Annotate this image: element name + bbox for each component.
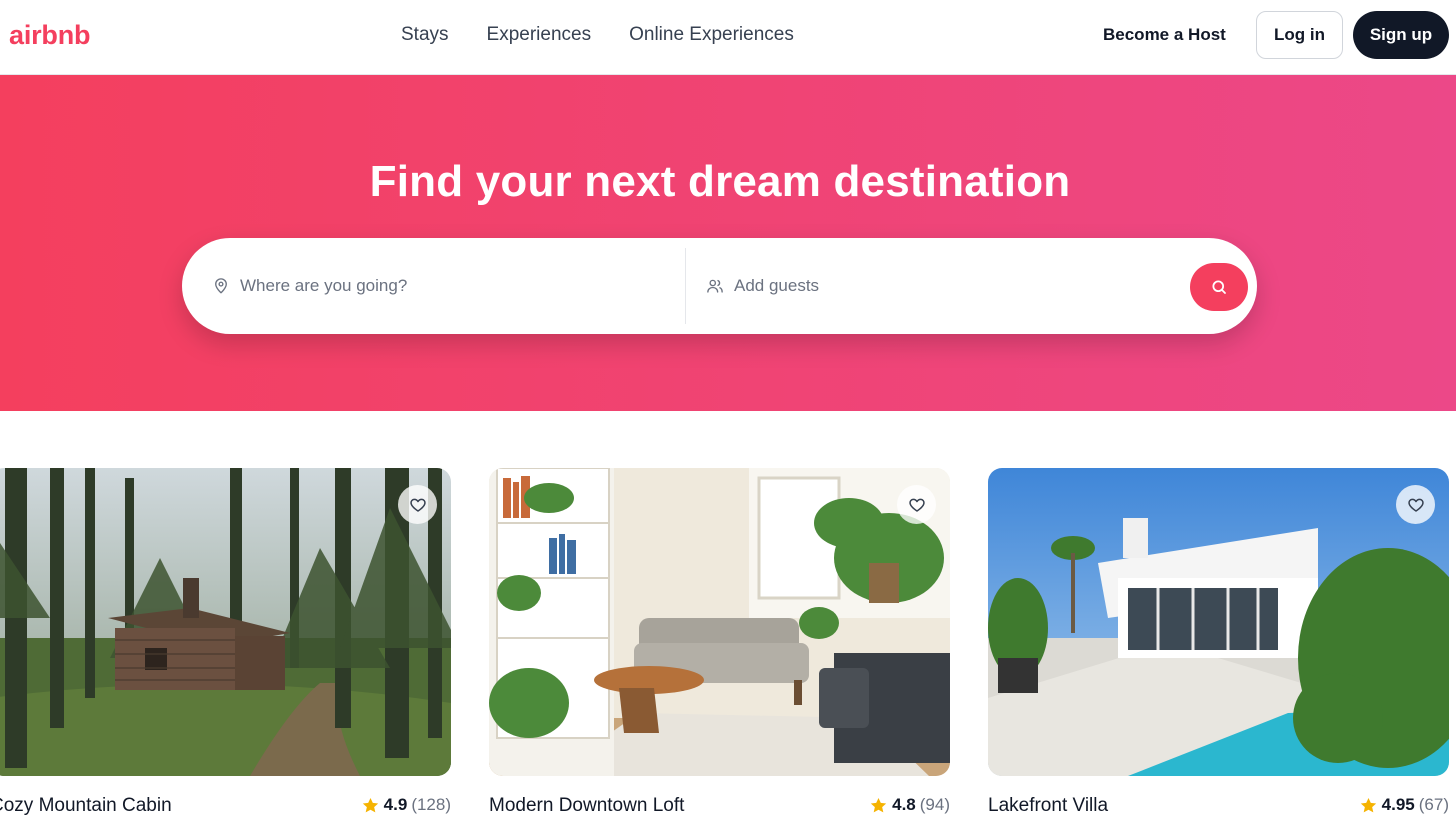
listing-rating: 4.9 (128) (361, 795, 451, 815)
nav-online-experiences[interactable]: Online Experiences (629, 24, 794, 46)
login-button[interactable]: Log in (1256, 11, 1343, 59)
loft-photo (489, 468, 950, 776)
star-icon (362, 797, 378, 812)
listing-rating: 4.8 (94) (869, 795, 950, 815)
cabin-photo (0, 468, 451, 776)
search-icon (1212, 280, 1226, 294)
listing-title[interactable]: Cozy Mountain Cabin (0, 795, 172, 817)
top-navbar: airbnb Stays Experiences Online Experien… (0, 0, 1456, 75)
where-input[interactable] (240, 276, 640, 296)
review-count: (67) (1418, 795, 1449, 814)
airbnb-logo[interactable]: airbnb (9, 20, 91, 51)
main-nav: Stays Experiences Online Experiences (401, 24, 794, 46)
favorite-button[interactable] (398, 485, 437, 524)
listing-title[interactable]: Lakefront Villa (988, 795, 1108, 817)
listing-rating: 4.95 (67) (1359, 795, 1449, 815)
listing-card[interactable]: Cozy Mountain Cabin 4.9 (128) (0, 468, 451, 816)
review-count: (94) (919, 795, 950, 814)
listing-image[interactable] (489, 468, 950, 776)
users-icon (707, 279, 723, 293)
guests-input[interactable] (734, 276, 1134, 296)
listing-title[interactable]: Modern Downtown Loft (489, 795, 684, 817)
listing-image[interactable] (0, 468, 451, 776)
rating-score: 4.95 (1381, 795, 1415, 814)
listing-image[interactable] (988, 468, 1449, 776)
signup-button[interactable]: Sign up (1353, 11, 1449, 59)
star-icon (1360, 797, 1376, 812)
hero-title: Find your next dream destination (369, 157, 1071, 206)
map-pin-icon (215, 278, 227, 294)
guests-field[interactable] (706, 238, 1166, 334)
star-icon (870, 797, 887, 812)
villa-photo (988, 468, 1449, 776)
search-divider (685, 248, 686, 324)
favorite-button[interactable] (897, 485, 936, 524)
listing-card[interactable]: Lakefront Villa 4.95 (67) (988, 468, 1449, 816)
search-button[interactable] (1190, 263, 1248, 311)
heart-icon (1407, 498, 1424, 512)
heart-icon (409, 498, 426, 512)
favorite-button[interactable] (1396, 485, 1435, 524)
become-host-link[interactable]: Become a Host (1103, 25, 1226, 45)
heart-icon (908, 498, 925, 512)
search-bar (182, 238, 1257, 334)
listings-grid: Cozy Mountain Cabin 4.9 (128) Modern Dow… (0, 468, 1456, 832)
nav-experiences[interactable]: Experiences (487, 24, 592, 46)
review-count: (128) (411, 795, 451, 814)
rating-score: 4.8 (892, 795, 916, 814)
nav-stays[interactable]: Stays (401, 24, 449, 46)
rating-score: 4.9 (383, 795, 408, 814)
hero-banner: Find your next dream destination (0, 75, 1456, 411)
listing-card[interactable]: Modern Downtown Loft 4.8 (94) (489, 468, 950, 816)
where-field[interactable] (212, 238, 672, 334)
